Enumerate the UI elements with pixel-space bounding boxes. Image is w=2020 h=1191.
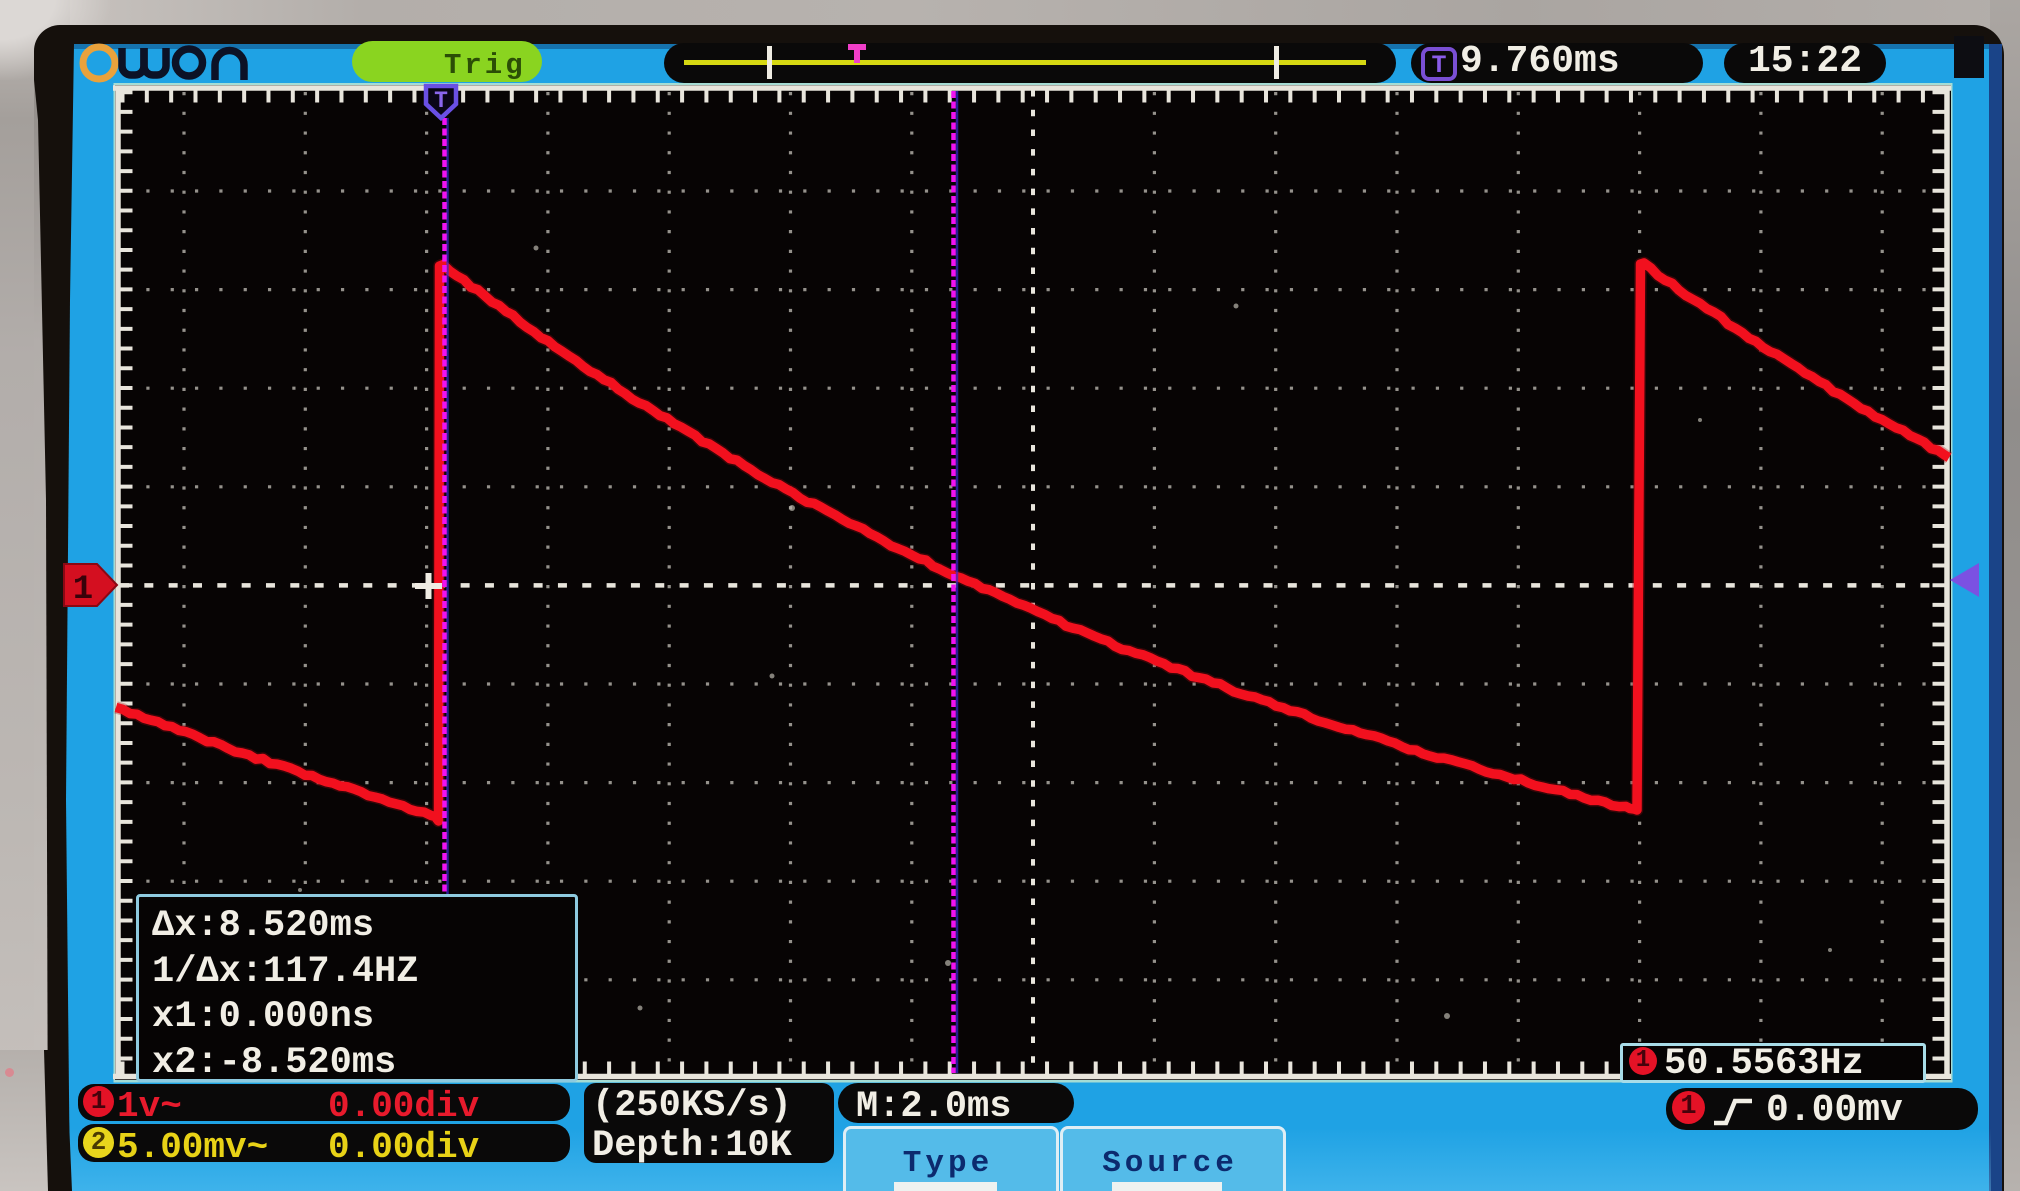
svg-text:T: T: [434, 88, 448, 114]
svg-text:1: 1: [73, 571, 93, 609]
